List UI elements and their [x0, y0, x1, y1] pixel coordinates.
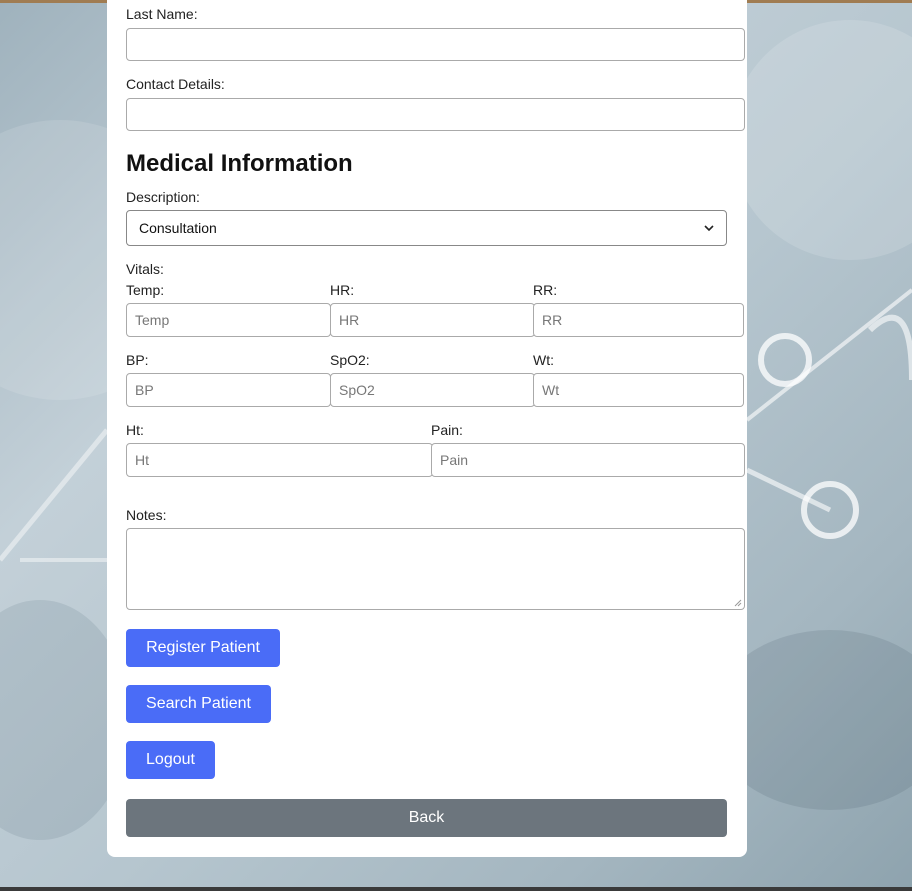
chevron-down-icon — [704, 225, 714, 232]
spo2-input[interactable] — [330, 373, 535, 407]
resize-grip-icon[interactable] — [734, 599, 742, 607]
notes-textarea[interactable] — [126, 528, 745, 610]
last-name-input[interactable] — [126, 28, 745, 61]
spo2-label: SpO2: — [330, 352, 370, 368]
vitals-label: Vitals: — [126, 261, 164, 277]
description-select[interactable]: Consultation — [126, 210, 727, 246]
pain-input[interactable] — [431, 443, 745, 477]
last-name-label: Last Name: — [126, 6, 198, 22]
temp-label: Temp: — [126, 282, 165, 298]
hr-label: HR: — [330, 282, 355, 298]
contact-details-label: Contact Details: — [126, 76, 225, 92]
description-label: Description: — [126, 189, 200, 205]
hr-input[interactable] — [330, 303, 535, 337]
pain-label: Pain: — [431, 422, 463, 438]
bp-label: BP: — [126, 352, 149, 368]
temp-input[interactable] — [126, 303, 331, 337]
bottom-bar — [0, 887, 912, 891]
ht-input[interactable] — [126, 443, 433, 477]
description-selected-value: Consultation — [139, 220, 217, 236]
section-title: Medical Information — [126, 150, 353, 177]
ht-label: Ht: — [126, 422, 144, 438]
bp-input[interactable] — [126, 373, 331, 407]
register-patient-button[interactable]: Register Patient — [126, 629, 280, 667]
contact-details-input[interactable] — [126, 98, 745, 131]
logout-button[interactable]: Logout — [126, 741, 215, 779]
rr-label: RR: — [533, 282, 558, 298]
notes-label: Notes: — [126, 507, 167, 523]
wt-label: Wt: — [533, 352, 554, 368]
wt-input[interactable] — [533, 373, 744, 407]
rr-input[interactable] — [533, 303, 744, 337]
back-button[interactable]: Back — [126, 799, 727, 837]
search-patient-button[interactable]: Search Patient — [126, 685, 271, 723]
